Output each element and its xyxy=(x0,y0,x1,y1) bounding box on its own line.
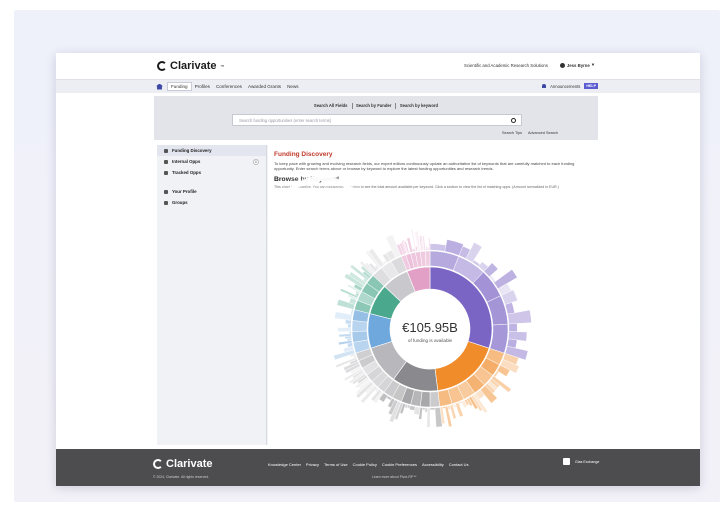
person-icon xyxy=(164,189,168,194)
sidebar-item-label: Funding Discovery xyxy=(172,148,212,153)
sunburst-middle-segment[interactable] xyxy=(429,391,441,408)
sunburst-outer-segment[interactable] xyxy=(508,323,518,332)
info-icon[interactable]: i xyxy=(253,158,259,165)
search-panel: Search All Fields Search by Funder Searc… xyxy=(154,96,598,140)
search-tab-all-fields[interactable]: Search All Fields xyxy=(314,103,348,109)
footer-link-contact[interactable]: Contact Us xyxy=(449,462,469,467)
sidebar-item-tracked-opps[interactable]: Tracked Opps xyxy=(157,167,266,178)
footer-link-cookie-policy[interactable]: Cookie Policy xyxy=(353,462,377,467)
sunburst-outer-segment[interactable] xyxy=(442,406,446,409)
sunburst-outer-segment[interactable] xyxy=(350,308,354,316)
footer-link-knowledge-center[interactable]: Knowledge Center xyxy=(268,462,301,467)
nav-conferences[interactable]: Conferences xyxy=(213,84,245,89)
search-input[interactable]: Search funding opportunities (enter sear… xyxy=(232,114,522,126)
caret-down-icon: ▾ xyxy=(591,62,594,67)
nav-profiles[interactable]: Profiles xyxy=(192,84,213,89)
video-play-button[interactable] xyxy=(273,176,370,273)
copyright: © 2024, Clarivate. All rights reserved. xyxy=(153,475,210,479)
search-tab-keyword[interactable]: Search by keyword xyxy=(400,103,438,109)
nav-news[interactable]: News xyxy=(284,84,302,89)
main-nav: Funding Profiles Conferences Awarded Gra… xyxy=(56,79,700,93)
bell-icon xyxy=(542,84,547,88)
user-icon xyxy=(559,62,565,68)
footer-link-accessibility[interactable]: Accessibility xyxy=(422,462,444,467)
sunburst-outer-segment[interactable] xyxy=(334,311,353,321)
content-area: Funding Discovery Internal Opps i Tracke… xyxy=(157,145,597,445)
sunburst-outer-segment[interactable] xyxy=(458,401,463,405)
orcid-icon xyxy=(563,458,570,465)
sunburst-middle-segment[interactable] xyxy=(489,323,509,354)
sunburst-middle-segment[interactable] xyxy=(424,250,431,267)
sidebar: Funding Discovery Internal Opps i Tracke… xyxy=(157,145,267,445)
sidebar-item-internal-opps[interactable]: Internal Opps i xyxy=(157,156,266,167)
footer-logo[interactable]: Clarivate xyxy=(153,458,212,470)
search-tips-link[interactable]: Search Tips xyxy=(502,131,522,135)
announcements-link[interactable]: Announcements xyxy=(550,84,580,89)
user-menu[interactable]: Jess Byrne ▾ xyxy=(559,62,594,68)
sunburst-outer-segment[interactable] xyxy=(337,327,352,333)
sunburst-middle-segment[interactable] xyxy=(351,320,368,332)
home-icon[interactable] xyxy=(156,83,163,90)
sidebar-item-label: Tracked Opps xyxy=(172,170,202,175)
sunburst-outer-segment[interactable] xyxy=(455,402,464,418)
sidebar-item-groups[interactable]: Groups xyxy=(157,197,266,208)
clarivate-logo[interactable]: Clarivate ™ xyxy=(157,60,224,72)
footer: Clarivate © 2024, Clarivate. All rights … xyxy=(56,449,700,486)
help-button[interactable]: HELP xyxy=(584,83,598,89)
sunburst-outer-segment[interactable] xyxy=(504,302,515,315)
clarivate-logo-icon xyxy=(153,459,163,469)
search-tab-funder[interactable]: Search by Funder xyxy=(356,103,391,109)
footer-sub-link[interactable]: Learn more about Pivot-RP™ xyxy=(372,475,416,479)
search-icon[interactable] xyxy=(511,118,516,123)
footer-link-cookie-preferences[interactable]: Cookie Preferences xyxy=(382,462,417,467)
bullhorn-icon xyxy=(164,159,168,164)
footer-link-privacy[interactable]: Privacy xyxy=(306,462,319,467)
sidebar-item-funding-discovery[interactable]: Funding Discovery xyxy=(157,145,266,156)
search-placeholder: Search funding opportunities (enter sear… xyxy=(239,117,332,123)
play-icon xyxy=(309,202,343,247)
sidebar-item-label: Internal Opps xyxy=(172,159,201,164)
page-title: Funding Discovery xyxy=(274,151,333,158)
sunburst-outer-segment[interactable] xyxy=(429,407,436,411)
sunburst-outer-segment[interactable] xyxy=(428,237,431,251)
nav-awarded-grants[interactable]: Awarded Grants xyxy=(245,84,284,89)
clarivate-logo-icon xyxy=(157,61,167,71)
product-link[interactable]: Scientific and Academic Research Solutio… xyxy=(464,63,548,68)
sunburst-outer-segment[interactable] xyxy=(349,331,352,335)
sidebar-item-your-profile[interactable]: Your Profile xyxy=(157,186,266,197)
footer-brand: Clarivate xyxy=(166,458,213,470)
app-window: Clarivate ™ Scientific and Academic Resea… xyxy=(56,53,700,486)
user-name: Jess Byrne xyxy=(566,62,590,68)
footer-link-terms[interactable]: Terms of Use xyxy=(324,462,348,467)
flag-icon xyxy=(164,170,168,175)
trademark: ™ xyxy=(220,63,225,69)
sidebar-item-label: Your Profile xyxy=(172,189,197,194)
sidebar-item-label: Groups xyxy=(172,200,188,205)
brand-name: Clarivate xyxy=(170,60,217,72)
building-icon xyxy=(164,200,168,205)
tab-divider xyxy=(395,103,396,109)
advanced-search-link[interactable]: Advanced Search xyxy=(528,131,558,135)
sunburst-outer-segment[interactable] xyxy=(422,407,426,411)
nav-funding[interactable]: Funding xyxy=(167,82,192,91)
sunburst-outer-segment[interactable] xyxy=(347,323,352,328)
footer-orcid[interactable]: Glas Exchange xyxy=(563,458,599,465)
page-description: To keep pace with growing and evolving r… xyxy=(274,161,575,172)
orcid-label: Glas Exchange xyxy=(575,459,600,464)
tab-divider xyxy=(351,103,353,109)
compass-icon xyxy=(164,148,168,153)
top-bar: Clarivate ™ Scientific and Academic Resea… xyxy=(56,53,700,79)
sunburst-outer-segment[interactable] xyxy=(429,243,447,252)
